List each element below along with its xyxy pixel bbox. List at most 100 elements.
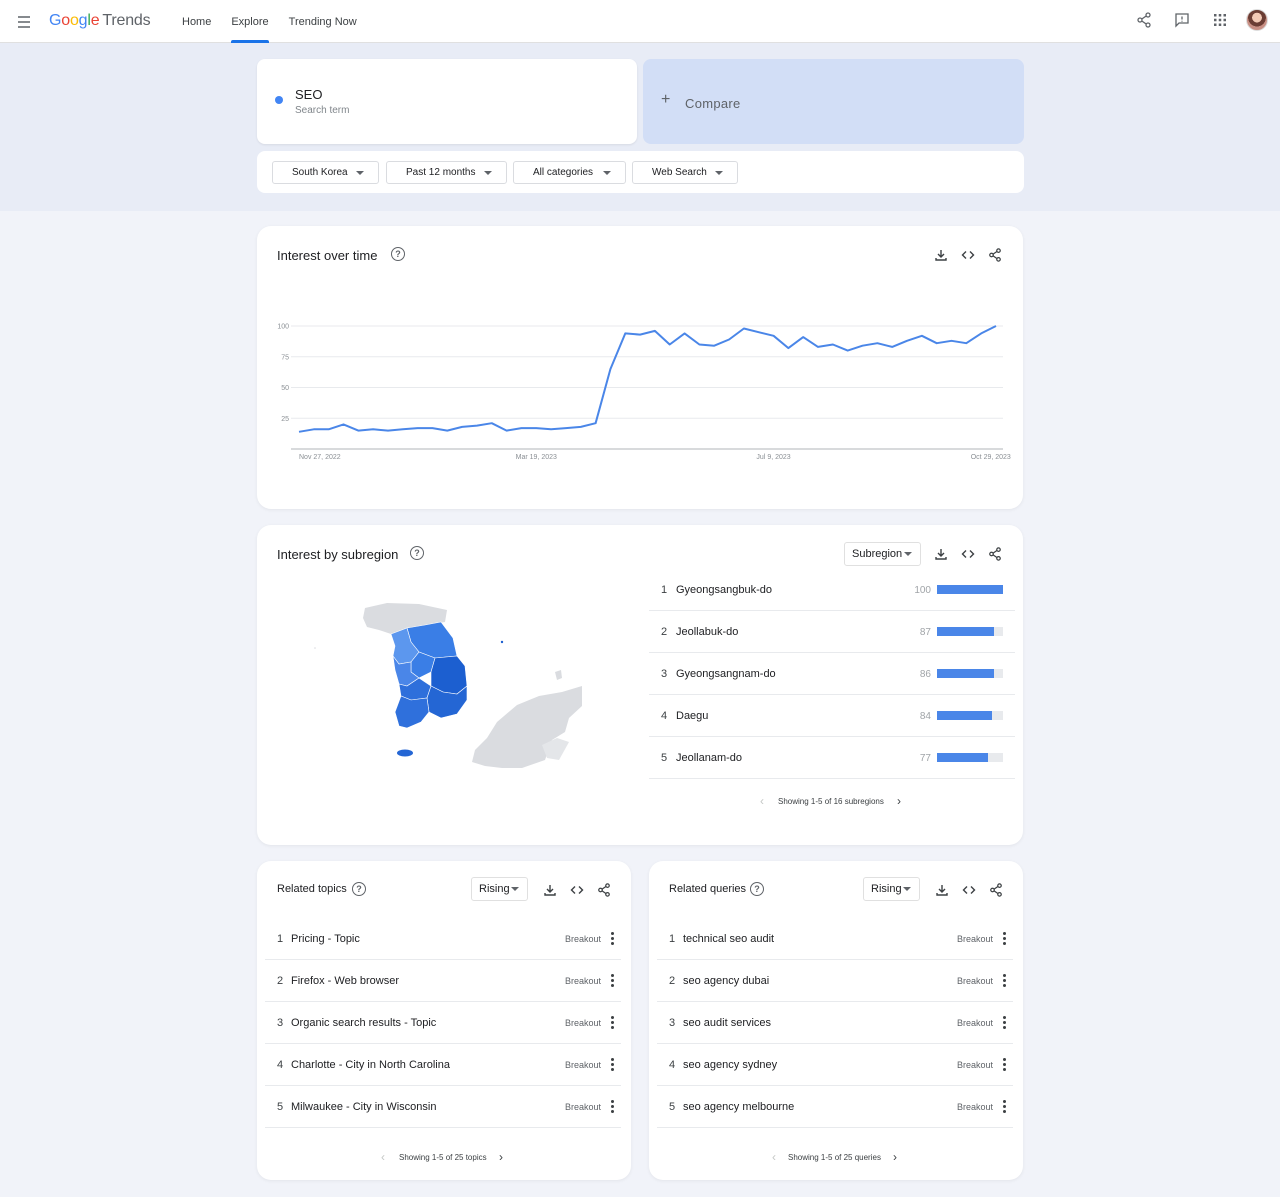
next-page-icon[interactable]: › — [897, 795, 901, 807]
feedback-icon[interactable] — [1170, 8, 1194, 32]
row-value: 100 — [914, 585, 931, 596]
share-icon[interactable] — [986, 880, 1005, 899]
map-region-jeonnam — [394, 695, 430, 729]
row-bar-track — [937, 627, 1003, 636]
compare-button[interactable]: + Compare — [643, 59, 1024, 144]
related-topics-select[interactable]: Rising — [471, 877, 528, 901]
filter-time-range[interactable]: Past 12 months — [386, 161, 507, 184]
row-rank: 2 — [277, 975, 284, 987]
row-value: 87 — [919, 627, 931, 638]
row-bar-fill — [937, 585, 1003, 594]
related-topics-title: Related topics — [277, 883, 347, 895]
more-vert-icon[interactable] — [997, 1056, 1011, 1074]
related-query-row[interactable]: 1 technical seo audit Breakout — [657, 918, 1013, 960]
row-value: Breakout — [564, 934, 601, 944]
more-vert-icon[interactable] — [997, 930, 1011, 948]
caret-down-icon — [603, 171, 611, 175]
share-icon[interactable] — [1132, 8, 1156, 32]
related-queries-select[interactable]: Rising — [863, 877, 920, 901]
subregion-row[interactable]: 2 Jeollabuk-do 87 — [649, 611, 1015, 653]
help-icon[interactable]: ? — [750, 882, 764, 896]
subregion-select[interactable]: Subregion — [844, 542, 921, 566]
row-bar-track — [937, 669, 1003, 678]
search-term: SEO — [295, 87, 323, 102]
interest-over-time-chart: 100 75 50 25 Nov 27, 2022 Mar 19, 2023 Jul 9, … — [277, 324, 1011, 462]
row-value: 86 — [919, 669, 931, 680]
filter-category-label: All categories — [533, 167, 594, 178]
embed-icon[interactable] — [958, 544, 977, 563]
avatar[interactable] — [1246, 9, 1268, 31]
related-query-row[interactable]: 3 seo audit services Breakout — [657, 1002, 1013, 1044]
download-icon[interactable] — [931, 544, 950, 563]
download-icon[interactable] — [932, 880, 951, 899]
more-vert-icon[interactable] — [605, 1098, 619, 1116]
row-rank: 3 — [669, 1017, 676, 1029]
row-rank: 3 — [661, 668, 668, 680]
download-icon[interactable] — [540, 880, 559, 899]
row-name: technical seo audit — [683, 933, 775, 945]
row-value: 84 — [919, 711, 931, 722]
subregion-row[interactable]: 1 Gyeongsangbuk-do 100 — [649, 569, 1015, 611]
next-page-icon[interactable]: › — [893, 1151, 897, 1163]
prev-page-icon[interactable]: ‹ — [760, 795, 764, 807]
row-name: seo audit services — [683, 1017, 772, 1029]
related-query-row[interactable]: 2 seo agency dubai Breakout — [657, 960, 1013, 1002]
more-vert-icon[interactable] — [997, 1098, 1011, 1116]
series-line — [298, 325, 997, 433]
interest-by-subregion-card: Interest by subregion ? Subregion 1 Gyeo… — [257, 525, 1023, 845]
prev-page-icon[interactable]: ‹ — [381, 1151, 385, 1163]
row-rank: 1 — [277, 933, 284, 945]
share-icon[interactable] — [985, 544, 1004, 563]
row-rank: 5 — [661, 752, 668, 764]
google-trends-logo[interactable]: Google Trends — [49, 12, 151, 30]
select-label: Rising — [479, 883, 510, 895]
related-query-row[interactable]: 4 seo agency sydney Breakout — [657, 1044, 1013, 1086]
related-queries-card: Related queries ? Rising 1 technical seo… — [649, 861, 1023, 1180]
related-topic-row[interactable]: 3 Organic search results - Topic Breakou… — [265, 1002, 621, 1044]
compare-label: Compare — [685, 96, 741, 111]
subregion-pager: Showing 1-5 of 16 subregions — [778, 797, 884, 806]
y-tick-label: 50 — [281, 385, 289, 392]
tab-home[interactable]: Home — [172, 0, 221, 43]
search-term-card[interactable]: SEO Search term — [257, 59, 637, 144]
share-icon[interactable] — [594, 880, 613, 899]
row-value: Breakout — [956, 1102, 993, 1112]
more-vert-icon[interactable] — [605, 972, 619, 990]
related-topic-row[interactable]: 1 Pricing - Topic Breakout — [265, 918, 621, 960]
x-tick-label: Oct 29, 2023 — [971, 454, 1011, 461]
row-value: Breakout — [956, 976, 993, 986]
filter-region[interactable]: South Korea — [272, 161, 379, 184]
embed-icon[interactable] — [959, 880, 978, 899]
menu-icon[interactable] — [12, 11, 36, 33]
subregion-row[interactable]: 5 Jeollanam-do 77 — [649, 737, 1015, 779]
logo-letter: o — [69, 12, 79, 29]
more-vert-icon[interactable] — [605, 1014, 619, 1032]
more-vert-icon[interactable] — [605, 1056, 619, 1074]
tab-trending-now[interactable]: Trending Now — [279, 0, 367, 43]
related-query-row[interactable]: 5 seo agency melbourne Breakout — [657, 1086, 1013, 1128]
y-tick-label: 25 — [281, 416, 289, 423]
filter-search-type[interactable]: Web Search — [632, 161, 738, 184]
prev-page-icon[interactable]: ‹ — [772, 1151, 776, 1163]
embed-icon[interactable] — [567, 880, 586, 899]
next-page-icon[interactable]: › — [499, 1151, 503, 1163]
related-topic-row[interactable]: 4 Charlotte - City in North Carolina Bre… — [265, 1044, 621, 1086]
map-island-dot — [314, 647, 316, 649]
row-value: Breakout — [564, 1102, 601, 1112]
related-topic-row[interactable]: 2 Firefox - Web browser Breakout — [265, 960, 621, 1002]
apps-grid-icon[interactable] — [1208, 8, 1232, 32]
filter-category[interactable]: All categories — [513, 161, 626, 184]
subregion-row[interactable]: 4 Daegu 84 — [649, 695, 1015, 737]
tab-explore[interactable]: Explore — [221, 0, 278, 43]
caret-down-icon — [904, 552, 912, 556]
help-icon[interactable]: ? — [352, 882, 366, 896]
row-value: Breakout — [564, 976, 601, 986]
more-vert-icon[interactable] — [997, 1014, 1011, 1032]
help-icon[interactable]: ? — [410, 546, 424, 560]
related-topic-row[interactable]: 5 Milwaukee - City in Wisconsin Breakout — [265, 1086, 621, 1128]
more-vert-icon[interactable] — [997, 972, 1011, 990]
row-bar-fill — [937, 669, 994, 678]
subregion-row[interactable]: 3 Gyeongsangnam-do 86 — [649, 653, 1015, 695]
south-korea-map[interactable] — [307, 600, 597, 775]
more-vert-icon[interactable] — [605, 930, 619, 948]
